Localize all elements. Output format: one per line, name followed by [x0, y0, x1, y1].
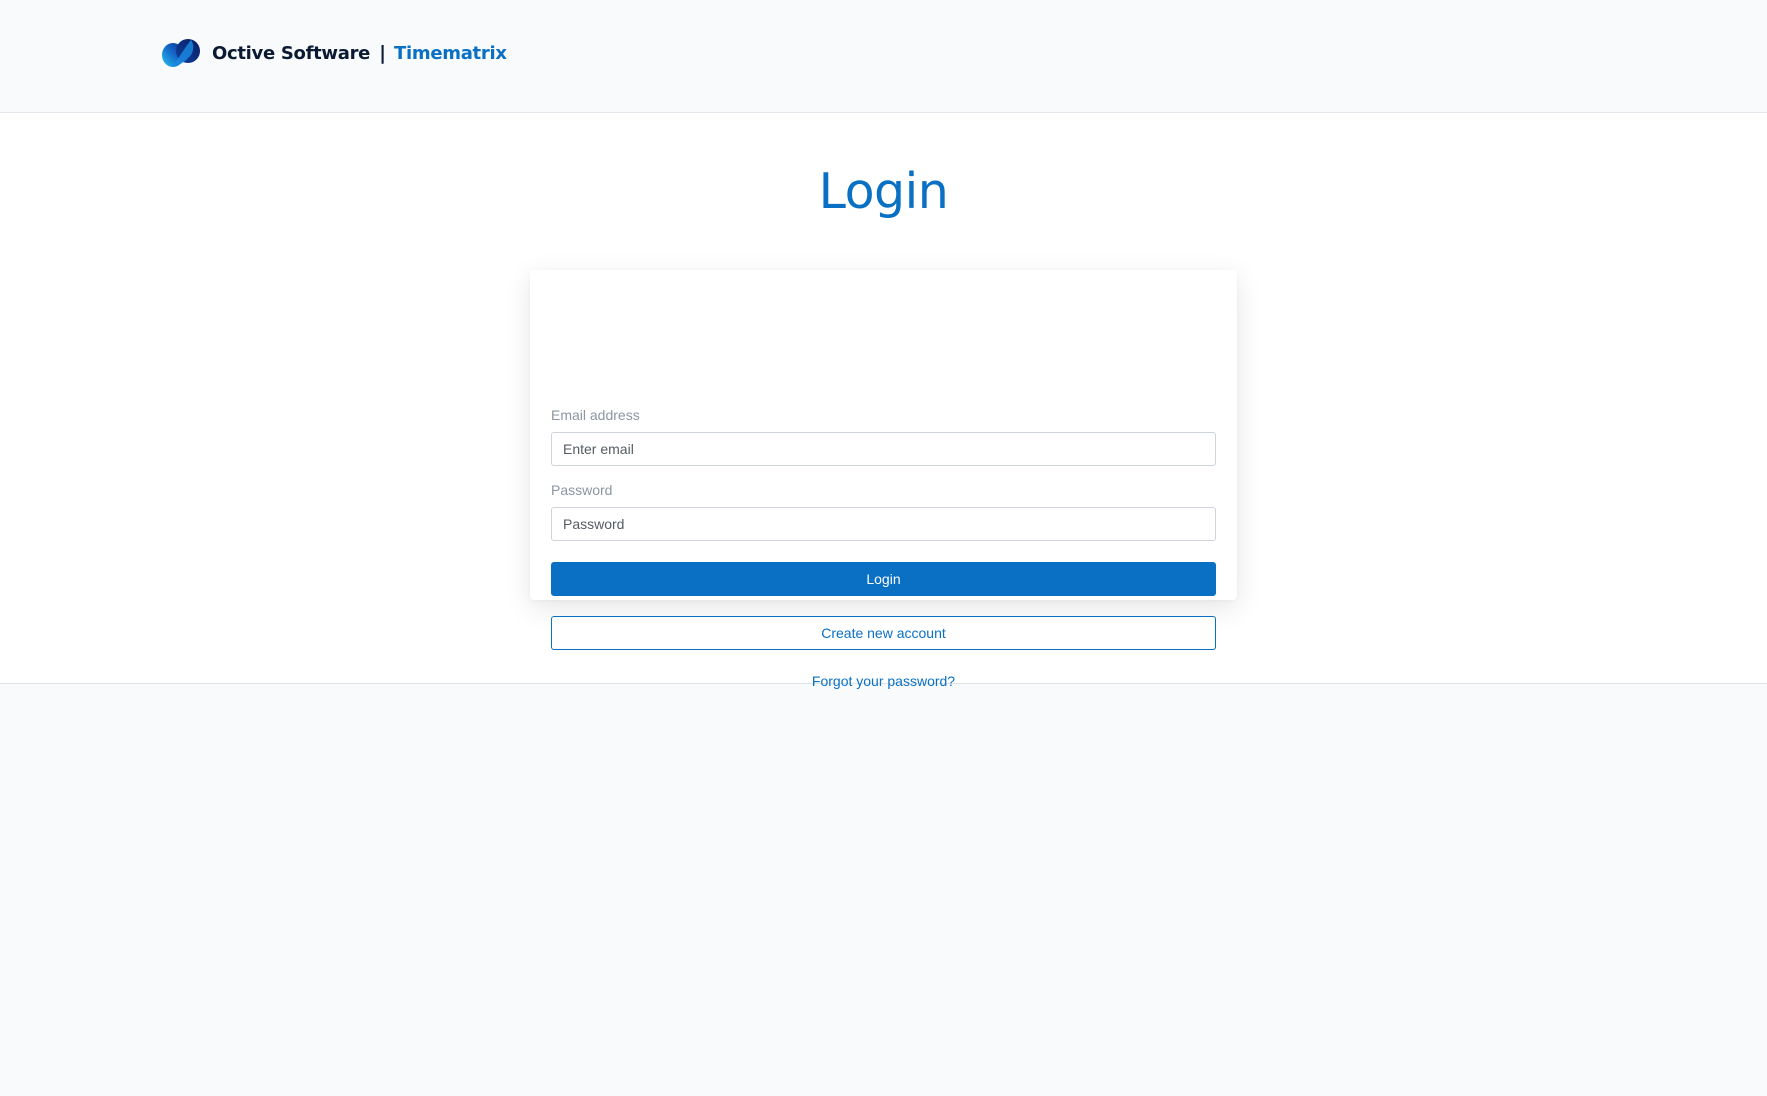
email-label: Email address [551, 407, 640, 423]
brand-separator: | [379, 42, 387, 64]
login-card: Email address Password Login Create new … [530, 270, 1237, 689]
email-input[interactable] [551, 432, 1216, 466]
site-header: Octive Software | Timematrix [0, 0, 1767, 113]
main-content: Login Email address Password Login Creat… [0, 113, 1767, 689]
password-label: Password [551, 482, 613, 498]
page-title: Login [818, 163, 949, 220]
brand[interactable]: Octive Software | Timematrix [161, 36, 507, 70]
login-button[interactable]: Login [551, 562, 1216, 596]
forgot-password-link[interactable]: Forgot your password? [551, 673, 1216, 689]
password-input[interactable] [551, 507, 1216, 541]
product-name: Timematrix [394, 42, 507, 64]
create-account-button[interactable]: Create new account [551, 616, 1216, 650]
company-name: Octive Software [212, 42, 371, 64]
octive-logo-icon [162, 39, 200, 67]
